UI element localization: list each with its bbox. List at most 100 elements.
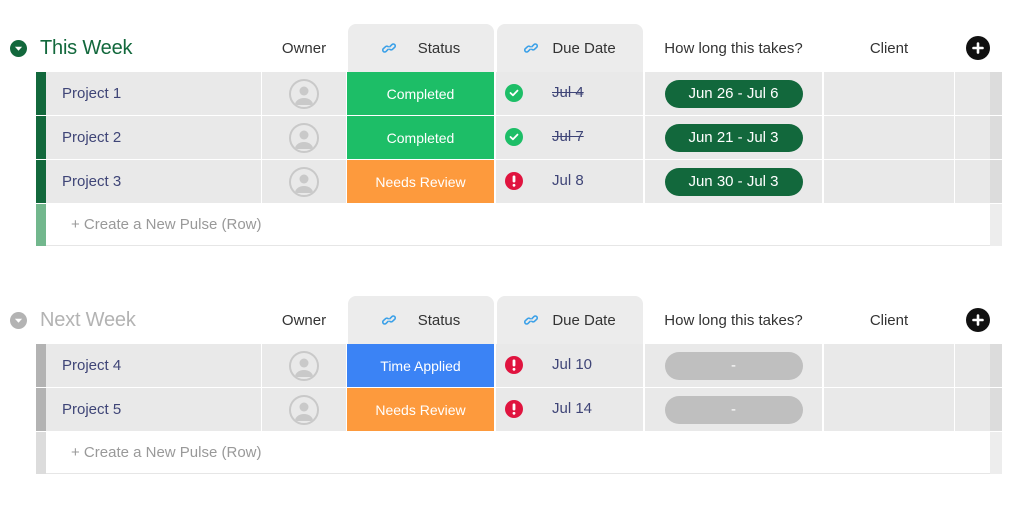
column-label: Status [417,39,461,57]
alert-icon [505,172,523,190]
due-date-cell[interactable]: Jul 10 [496,344,643,387]
column-header-owner[interactable]: Owner [262,296,346,344]
row-scroll-edge [990,432,1002,474]
group-toggle-button[interactable] [10,312,27,329]
group-this-week: This Week Owner Status Due Date How long… [0,24,1024,246]
table-row: Project 1 Completed Jul 4 Jun 26 - Jul 6 [36,72,1002,115]
avatar-placeholder-icon [289,394,319,425]
due-date-cell[interactable]: Jul 14 [496,388,643,431]
avatar-placeholder-icon [289,122,319,153]
timeline-cell[interactable]: Jun 26 - Jul 6 [645,72,822,115]
pulse-name-cell[interactable]: Project 5 [46,388,261,431]
timeline-cell[interactable]: Jun 21 - Jul 3 [645,116,822,159]
group-toggle-button[interactable] [10,40,27,57]
extra-cell [955,160,990,203]
row-color-strip [36,204,46,246]
group-next-week: Next Week Owner Status Due Date How long… [0,296,1024,474]
due-date-text: Jul 4 [552,84,584,101]
alert-icon [505,400,523,418]
column-header-how-long[interactable]: How long this takes? [645,296,822,344]
row-color-strip [36,116,46,159]
status-label: Needs Review [375,173,466,190]
due-date-text: Jul 7 [552,128,584,145]
column-label: How long this takes? [664,311,803,329]
due-date-cell[interactable]: Jul 4 [496,72,643,115]
row-scroll-edge [990,72,1002,115]
row-color-strip [36,344,46,387]
owner-cell[interactable] [262,116,346,159]
owner-cell[interactable] [262,344,346,387]
status-cell[interactable]: Completed [347,72,494,115]
extra-cell [955,344,990,387]
group-title[interactable]: This Week [40,36,133,60]
row-scroll-edge [990,116,1002,159]
chevron-down-icon [14,318,23,323]
avatar-placeholder-icon [289,78,319,109]
add-column-button[interactable] [964,296,992,344]
status-label: Time Applied [380,357,461,374]
client-cell[interactable] [824,388,954,431]
client-cell[interactable] [824,116,954,159]
link-icon [524,315,539,325]
check-circle-icon [505,128,523,146]
column-header-status[interactable]: Status [348,24,494,72]
table-row: Project 2 Completed Jul 7 Jun 21 - Jul 3 [36,116,1002,159]
owner-cell[interactable] [262,72,346,115]
column-label: How long this takes? [664,39,803,57]
plus-circle-icon [966,308,990,332]
column-header-how-long[interactable]: How long this takes? [645,24,822,72]
status-cell[interactable]: Time Applied [347,344,494,387]
create-new-pulse-input[interactable]: + Create a New Pulse (Row) [46,204,990,246]
status-cell[interactable]: Needs Review [347,160,494,203]
row-scroll-edge [990,344,1002,387]
group-header: Next Week Owner Status Due Date How long… [0,296,1024,344]
timeline-cell[interactable]: - [645,344,822,387]
status-label: Completed [386,129,455,146]
status-cell[interactable]: Needs Review [347,388,494,431]
status-label: Completed [386,85,455,102]
pulse-name: Project 4 [62,357,122,374]
row-scroll-edge [990,388,1002,431]
timeline-cell[interactable]: - [645,388,822,431]
due-date-text: Jul 8 [552,172,584,189]
row-color-strip [36,72,46,115]
check-circle-icon [505,84,523,102]
extra-cell [955,72,990,115]
column-header-client[interactable]: Client [824,24,954,72]
pulse-name: Project 2 [62,129,122,146]
due-date-cell[interactable]: Jul 7 [496,116,643,159]
alert-icon [505,356,523,374]
avatar-placeholder-icon [289,166,319,197]
status-cell[interactable]: Completed [347,116,494,159]
row-color-strip [36,160,46,203]
status-label: Needs Review [375,401,466,418]
timeline-cell[interactable]: Jun 30 - Jul 3 [645,160,822,203]
pulse-name: Project 3 [62,173,122,190]
column-header-due-date[interactable]: Due Date [497,24,643,72]
column-header-due-date[interactable]: Due Date [497,296,643,344]
column-header-owner[interactable]: Owner [262,24,346,72]
pulse-name-cell[interactable]: Project 4 [46,344,261,387]
client-cell[interactable] [824,160,954,203]
create-new-pulse-input[interactable]: + Create a New Pulse (Row) [46,432,990,474]
row-color-strip [36,388,46,431]
table-row: Project 4 Time Applied Jul 10 - [36,344,1002,387]
pulse-name-cell[interactable]: Project 3 [46,160,261,203]
plus-circle-icon [966,36,990,60]
pulse-name-cell[interactable]: Project 1 [46,72,261,115]
row-color-strip [36,432,46,474]
due-date-cell[interactable]: Jul 8 [496,160,643,203]
column-header-status[interactable]: Status [348,296,494,344]
owner-cell[interactable] [262,160,346,203]
column-header-client[interactable]: Client [824,296,954,344]
row-scroll-edge [990,160,1002,203]
group-title[interactable]: Next Week [40,308,136,332]
owner-cell[interactable] [262,388,346,431]
add-column-button[interactable] [964,24,992,72]
pulse-name: Project 1 [62,85,122,102]
client-cell[interactable] [824,72,954,115]
row-scroll-edge [990,204,1002,246]
pulse-name-cell[interactable]: Project 2 [46,116,261,159]
column-label: Client [869,311,909,329]
client-cell[interactable] [824,344,954,387]
